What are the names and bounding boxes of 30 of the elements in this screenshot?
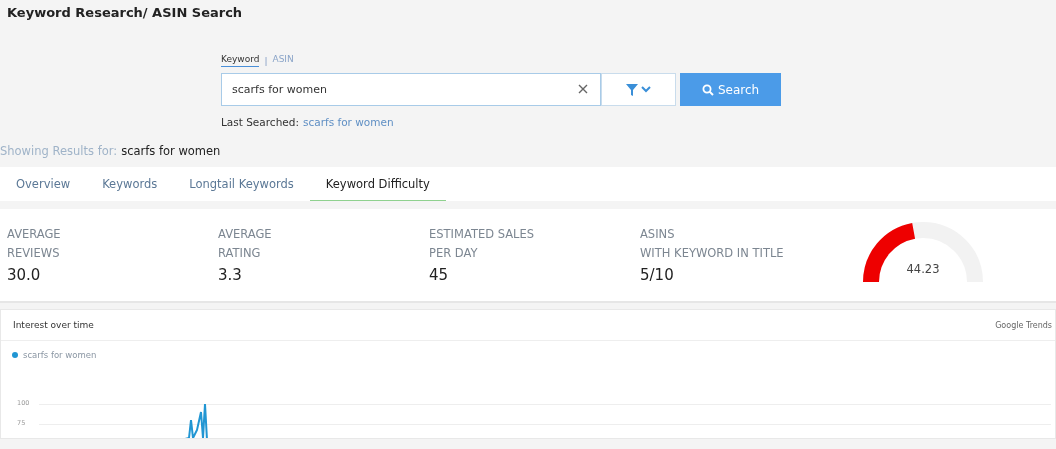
stat-value: 45 <box>429 266 450 284</box>
page-title: Keyword Research/ ASIN Search <box>7 5 244 20</box>
results-query: scarfs for women <box>121 144 221 158</box>
caret-icon <box>641 86 651 93</box>
tab[interactable]: Keyword Difficulty <box>309 167 446 201</box>
chart-title: Interest over time <box>13 320 94 330</box>
stat-label: ESTIMATED SALES PER DAY <box>429 226 536 262</box>
clear-icon[interactable] <box>578 84 588 94</box>
search-mode-tab[interactable]: Keyword <box>221 54 260 67</box>
stat-label: AVERAGE REVIEWS <box>7 226 62 262</box>
separator: | <box>264 55 268 66</box>
search-button[interactable]: Search <box>680 73 781 106</box>
tab[interactable]: Keywords <box>86 167 174 201</box>
stat-label: AVERAGE RATING <box>218 226 273 262</box>
stat-value: 30.0 <box>7 266 42 284</box>
source-label: Google Trends <box>995 320 1052 330</box>
stat-label: ASINS WITH KEYWORD IN TITLE <box>640 226 785 262</box>
stat-value: 3.3 <box>218 266 243 284</box>
gauge-reading: 44.23 <box>905 262 941 276</box>
search-icon <box>701 83 714 96</box>
legend-label: scarfs for women <box>23 350 97 360</box>
stat-value: 5/10 <box>640 266 675 284</box>
results-label: Showing Results for: <box>0 144 118 158</box>
tab[interactable]: Longtail Keywords <box>173 167 310 201</box>
search-field[interactable]: scarfs for women <box>221 73 601 106</box>
funnel-icon <box>626 83 638 96</box>
last-searched-link[interactable]: scarfs for women <box>302 116 394 128</box>
tab[interactable]: Overview <box>0 167 87 201</box>
last-searched-label: Last Searched: <box>221 116 299 128</box>
filter-dropdown-button[interactable] <box>601 73 676 106</box>
